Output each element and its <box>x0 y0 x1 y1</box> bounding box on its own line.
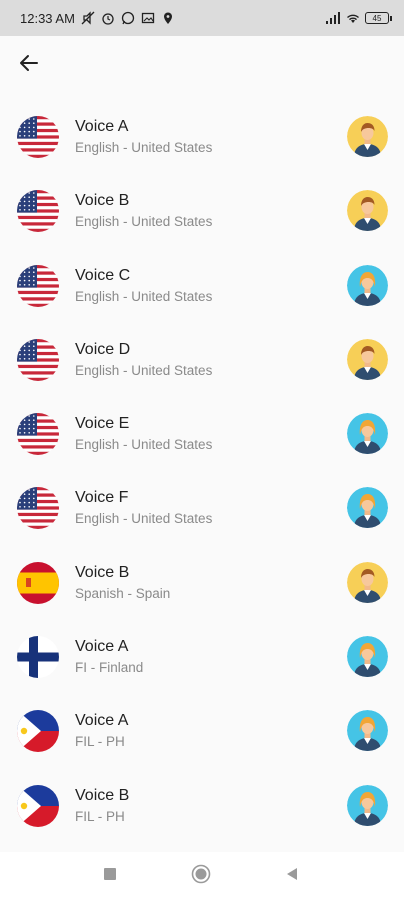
whatsapp-icon <box>121 11 135 25</box>
voice-list: Voice A English - United States Voice B … <box>0 100 404 843</box>
flag-fi-icon <box>17 636 59 679</box>
female-avatar-icon <box>347 636 388 678</box>
back-triangle-icon <box>285 867 299 886</box>
signal-icon <box>325 11 340 25</box>
male-avatar-icon <box>347 561 388 603</box>
flag-es-icon <box>17 561 59 604</box>
female-avatar-icon <box>347 264 388 306</box>
voice-name: Voice B <box>75 786 130 804</box>
home-button[interactable] <box>191 864 211 889</box>
voice-language: Spanish - Spain <box>75 585 171 601</box>
voice-language: FI - Finland <box>75 660 144 676</box>
wifi-icon <box>345 11 359 25</box>
gallery-icon <box>141 11 155 25</box>
voice-list-item[interactable]: Voice A English - United States <box>0 100 404 174</box>
voice-list-item[interactable]: Voice B FIL - PH <box>0 769 404 843</box>
voice-language: FIL - PH <box>75 808 125 824</box>
voice-language: English - United States <box>75 437 213 453</box>
voice-list-item[interactable]: Voice B Spanish - Spain <box>0 546 404 620</box>
nav-back-button[interactable] <box>282 866 302 886</box>
location-icon <box>161 11 175 25</box>
battery-icon: 45 <box>365 12 392 24</box>
voice-name: Voice E <box>75 415 130 433</box>
voice-language: English - United States <box>75 511 213 527</box>
voice-list-item[interactable]: Voice B English - United States <box>0 174 404 248</box>
female-avatar-icon <box>347 413 388 455</box>
voice-list-item[interactable]: Voice E English - United States <box>0 397 404 471</box>
voice-name: Voice B <box>75 563 130 581</box>
female-avatar-icon <box>347 784 388 826</box>
voice-name: Voice C <box>75 266 131 284</box>
voice-list-item[interactable]: Voice A FI - Finland <box>0 620 404 694</box>
mute-icon <box>81 11 95 25</box>
home-circle-icon <box>191 864 211 889</box>
flag-ph-icon <box>17 784 59 827</box>
voice-language: FIL - PH <box>75 734 125 750</box>
female-avatar-icon <box>347 487 388 529</box>
flag-us-icon <box>17 116 59 158</box>
female-avatar-icon <box>347 710 388 752</box>
voice-language: English - United States <box>75 140 213 155</box>
voice-list-item[interactable]: Voice D English - United States <box>0 323 404 397</box>
flag-ph-icon <box>17 710 59 753</box>
flag-us-icon <box>17 413 59 456</box>
flag-us-icon <box>17 264 59 307</box>
male-avatar-icon <box>347 116 388 157</box>
battery-level: 45 <box>365 12 389 24</box>
voice-list-item[interactable]: Voice A FIL - PH <box>0 694 404 768</box>
back-button[interactable] <box>12 48 46 82</box>
arrow-left-icon <box>19 53 39 78</box>
recents-square-icon <box>103 867 117 886</box>
voice-name: Voice B <box>75 192 130 210</box>
male-avatar-icon <box>347 338 388 380</box>
voice-language: English - United States <box>75 288 213 304</box>
flag-us-icon <box>17 338 59 381</box>
voice-language: English - United States <box>75 214 213 230</box>
voice-name: Voice A <box>75 118 129 135</box>
alarm-icon <box>101 11 115 25</box>
voice-name: Voice D <box>75 340 131 358</box>
voice-language: English - United States <box>75 362 213 378</box>
flag-us-icon <box>17 190 59 233</box>
voice-list-item[interactable]: Voice C English - United States <box>0 249 404 323</box>
status-time: 12:33 AM <box>20 10 75 26</box>
voice-list-item[interactable]: Voice F English - United States <box>0 471 404 545</box>
voice-name: Voice F <box>75 489 129 507</box>
status-bar: 12:33 AM 45 <box>0 0 404 36</box>
app-bar <box>0 36 404 92</box>
recents-button[interactable] <box>100 866 120 886</box>
male-avatar-icon <box>347 190 388 232</box>
navigation-bar <box>0 852 404 900</box>
voice-name: Voice A <box>75 638 129 656</box>
flag-us-icon <box>17 487 59 530</box>
voice-name: Voice A <box>75 712 129 730</box>
